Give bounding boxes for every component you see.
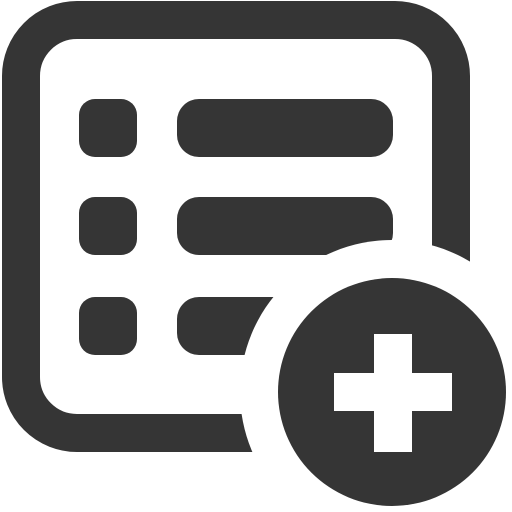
add-list-item-icon xyxy=(2,1,506,506)
list-line-1 xyxy=(177,99,393,157)
list-line-2 xyxy=(177,197,393,255)
add-badge xyxy=(278,278,506,506)
icon-canvas xyxy=(0,0,512,512)
list-bullet-2 xyxy=(79,197,137,255)
list-bullet-3 xyxy=(79,297,137,355)
list-bullet-1 xyxy=(79,99,137,157)
